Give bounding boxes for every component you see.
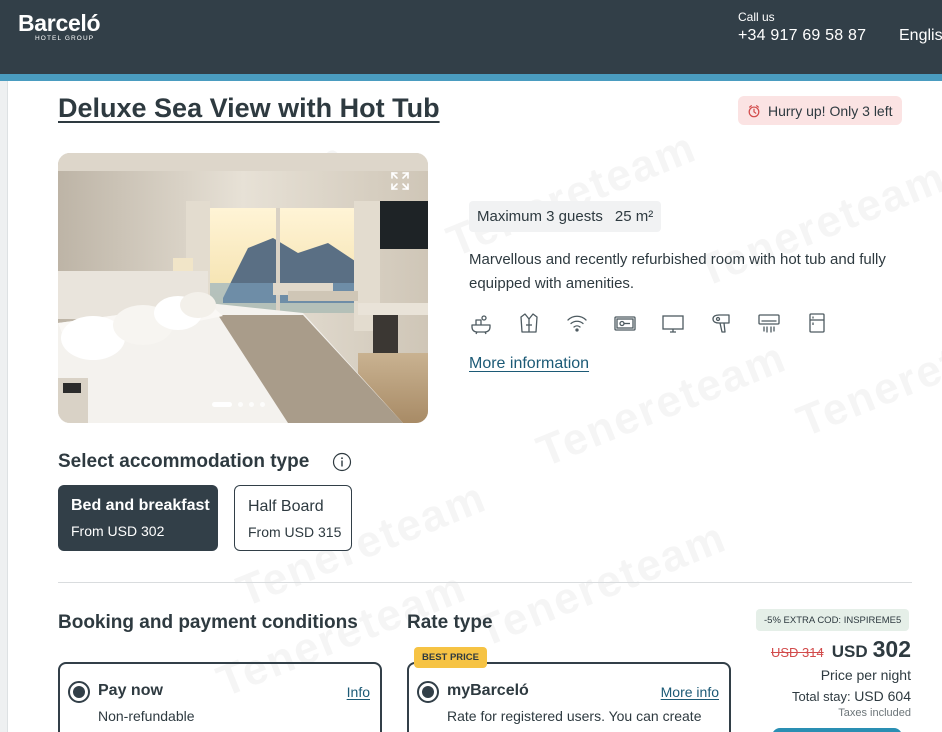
- accommodation-type-title: Select accommodation type: [58, 451, 310, 472]
- watermark: Tenereteam: [470, 512, 734, 657]
- gallery-dot[interactable]: [238, 402, 243, 407]
- room-title[interactable]: Deluxe Sea View with Hot Tub: [58, 93, 440, 124]
- accommodation-option-half-board[interactable]: Half Board From USD 315: [234, 485, 352, 551]
- call-us-label: Call us: [738, 10, 775, 24]
- pay-now-description: Non-refundable: [98, 708, 195, 724]
- amenities-list: [469, 311, 829, 335]
- price-amount: 302: [872, 636, 911, 662]
- accommodation-option-price: From USD 315: [248, 524, 342, 540]
- booking-conditions-title: Booking and payment conditions: [58, 612, 358, 633]
- room-size: 25 m²: [614, 208, 654, 225]
- price-line: USD 314 USD 302: [771, 636, 911, 663]
- safe-icon: [613, 311, 637, 335]
- info-icon[interactable]: [332, 452, 352, 472]
- gallery-dot-active[interactable]: [212, 402, 232, 407]
- brand-subtitle: HOTEL GROUP: [35, 35, 95, 42]
- more-information-link[interactable]: More information: [469, 355, 589, 373]
- card-left-edge: [0, 81, 8, 732]
- rate-type-title: Rate type: [407, 612, 493, 633]
- gallery-pagination: [212, 402, 265, 407]
- air-conditioning-icon: [757, 311, 781, 335]
- availability-badge: Hurry up! Only 3 left: [738, 96, 902, 125]
- hot-tub-icon: [469, 311, 493, 335]
- total-stay-value: USD 604: [854, 688, 911, 704]
- mybarcelo-description: Rate for registered users. You can creat…: [447, 708, 702, 724]
- watermark: Tenereteam: [440, 122, 704, 267]
- bathrobe-icon: [517, 311, 541, 335]
- max-guests: Maximum 3 guests: [477, 208, 603, 225]
- room-image-gallery[interactable]: [58, 153, 428, 423]
- total-stay-label: Total stay:: [792, 689, 851, 704]
- total-stay: Total stay: USD 604: [792, 688, 911, 704]
- section-divider: [58, 582, 912, 583]
- room-capacity-badge: Maximum 3 guests 25 m²: [469, 201, 662, 232]
- wifi-icon: [565, 311, 589, 335]
- pay-now-label: Pay now: [98, 682, 163, 699]
- original-price: USD 314: [770, 645, 824, 660]
- brand-logo[interactable]: Barceló HOTEL GROUP: [18, 9, 101, 42]
- availability-text: Hurry up! Only 3 left: [768, 102, 893, 119]
- mybarcelo-more-info-link[interactable]: More info: [661, 684, 719, 700]
- accommodation-option-bed-and-breakfast[interactable]: Bed and breakfast From USD 302: [58, 485, 218, 551]
- gallery-dot[interactable]: [260, 402, 265, 407]
- price-currency: USD: [831, 642, 868, 661]
- language-selector[interactable]: English: [899, 27, 942, 45]
- accommodation-option-name: Half Board: [248, 498, 324, 515]
- minibar-icon: [805, 311, 829, 335]
- tv-icon: [661, 311, 685, 335]
- mybarcelo-label: myBarceló: [447, 682, 529, 699]
- room-description: Marvellous and recently refurbished room…: [469, 251, 886, 292]
- mybarcelo-radio[interactable]: [417, 681, 439, 703]
- book-button[interactable]: [772, 728, 902, 732]
- pay-now-info-link[interactable]: Info: [347, 684, 370, 700]
- promo-code-badge: -5% EXTRA COD: INSPIREME5: [756, 609, 910, 631]
- header-accent-strip: [0, 74, 942, 81]
- alarm-clock-icon: [748, 104, 760, 117]
- accommodation-option-name: Bed and breakfast: [71, 497, 210, 514]
- price-per-night-label: Price per night: [820, 667, 911, 683]
- room-photo: [58, 153, 428, 423]
- hairdryer-icon: [709, 311, 733, 335]
- best-price-badge: BEST PRICE: [414, 647, 488, 668]
- accommodation-option-price: From USD 302: [71, 523, 165, 539]
- taxes-note: Taxes included: [838, 707, 911, 719]
- pay-now-option[interactable]: Pay now Info Non-refundable: [58, 662, 382, 732]
- pay-now-radio[interactable]: [68, 681, 90, 703]
- expand-icon[interactable]: [388, 169, 412, 193]
- mybarcelo-rate-option[interactable]: myBarceló More info Rate for registered …: [407, 662, 731, 732]
- brand-name: Barceló: [18, 10, 101, 36]
- gallery-dot[interactable]: [249, 402, 254, 407]
- phone-number-link[interactable]: +34 917 69 58 87: [738, 27, 866, 45]
